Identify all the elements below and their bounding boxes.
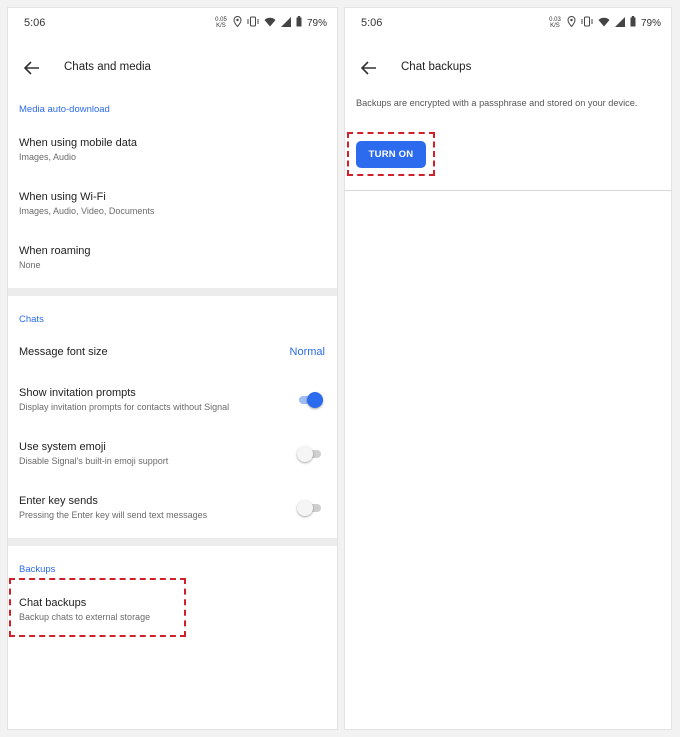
section-header-media: Media auto-download <box>19 104 110 115</box>
cellular-signal-icon <box>280 16 291 30</box>
backup-description: Backups are encrypted with a passphrase … <box>356 98 638 108</box>
pref-chat-backups[interactable]: Chat backups Backup chats to external st… <box>8 597 337 622</box>
status-icons: 0.05 K/S 79% <box>214 15 327 30</box>
divider-line <box>345 190 671 191</box>
chats-and-media-screen: 5:06 0.05 K/S 79% Chats and media Media … <box>7 7 338 730</box>
pref-summary: Pressing the Enter key will send text me… <box>19 510 208 520</box>
system-emoji-toggle[interactable] <box>297 446 323 462</box>
app-bar: Chat backups <box>345 50 671 86</box>
status-icons: 0.03 K/S 79% <box>548 15 661 30</box>
vibrate-icon <box>247 16 259 30</box>
vibrate-icon <box>581 16 593 30</box>
page-title: Chat backups <box>401 61 472 73</box>
battery-percent: 79% <box>640 17 661 29</box>
section-header-chats: Chats <box>19 314 44 325</box>
back-arrow-icon[interactable] <box>355 54 383 82</box>
toggle-thumb <box>307 392 323 408</box>
network-speed: 0.05 K/S <box>215 17 227 29</box>
pref-summary: None <box>19 260 41 270</box>
status-bar: 5:06 0.05 K/S 79% <box>8 8 337 38</box>
wifi-icon <box>598 17 610 30</box>
invitation-prompts-toggle[interactable] <box>297 392 323 408</box>
pref-roaming[interactable]: When roaming None <box>8 245 337 270</box>
status-time: 5:06 <box>24 17 46 29</box>
battery-icon <box>630 16 636 30</box>
pref-summary: Images, Audio, Video, Documents <box>19 206 155 216</box>
battery-icon <box>296 16 302 30</box>
status-bar: 5:06 0.03 K/S 79% <box>345 8 671 38</box>
pref-system-emoji[interactable]: Use system emoji Disable Signal's built-… <box>8 441 337 466</box>
wifi-icon <box>264 17 276 30</box>
pref-title: When using Wi-Fi <box>19 191 106 203</box>
pref-enter-key-sends[interactable]: Enter key sends Pressing the Enter key w… <box>8 495 337 520</box>
toggle-thumb <box>297 446 313 462</box>
pref-message-font-size[interactable]: Message font size Normal <box>8 346 337 358</box>
pref-title: Show invitation prompts <box>19 387 136 399</box>
pref-invitation-prompts[interactable]: Show invitation prompts Display invitati… <box>8 387 337 412</box>
app-bar: Chats and media <box>8 50 337 86</box>
pref-title: Enter key sends <box>19 495 98 507</box>
network-speed: 0.03 K/S <box>549 17 561 29</box>
pref-summary: Display invitation prompts for contacts … <box>19 402 230 412</box>
pref-summary: Images, Audio <box>19 152 77 162</box>
back-arrow-icon[interactable] <box>18 54 46 82</box>
enter-key-sends-toggle[interactable] <box>297 500 323 516</box>
section-header-backups: Backups <box>19 564 56 575</box>
page-title: Chats and media <box>64 61 151 73</box>
chat-backups-screen: 5:06 0.03 K/S 79% Chat backups Backups a… <box>344 7 672 730</box>
pref-summary: Backup chats to external storage <box>19 612 151 622</box>
pref-title: When using mobile data <box>19 137 138 149</box>
section-divider <box>8 538 337 546</box>
battery-percent: 79% <box>306 17 327 29</box>
font-size-value: Normal <box>289 346 325 358</box>
pref-mobile-data[interactable]: When using mobile data Images, Audio <box>8 137 337 162</box>
pref-summary: Disable Signal's built-in emoji support <box>19 456 169 466</box>
pref-title: Chat backups <box>19 597 87 609</box>
toggle-thumb <box>297 500 313 516</box>
location-icon <box>233 15 242 30</box>
location-icon <box>567 15 576 30</box>
section-divider <box>8 288 337 296</box>
turn-on-button[interactable]: TURN ON <box>356 141 426 168</box>
cellular-signal-icon <box>614 16 625 30</box>
pref-wifi[interactable]: When using Wi-Fi Images, Audio, Video, D… <box>8 191 337 216</box>
pref-title: Use system emoji <box>19 441 106 453</box>
status-time: 5:06 <box>361 17 383 29</box>
pref-title: When roaming <box>19 245 91 257</box>
